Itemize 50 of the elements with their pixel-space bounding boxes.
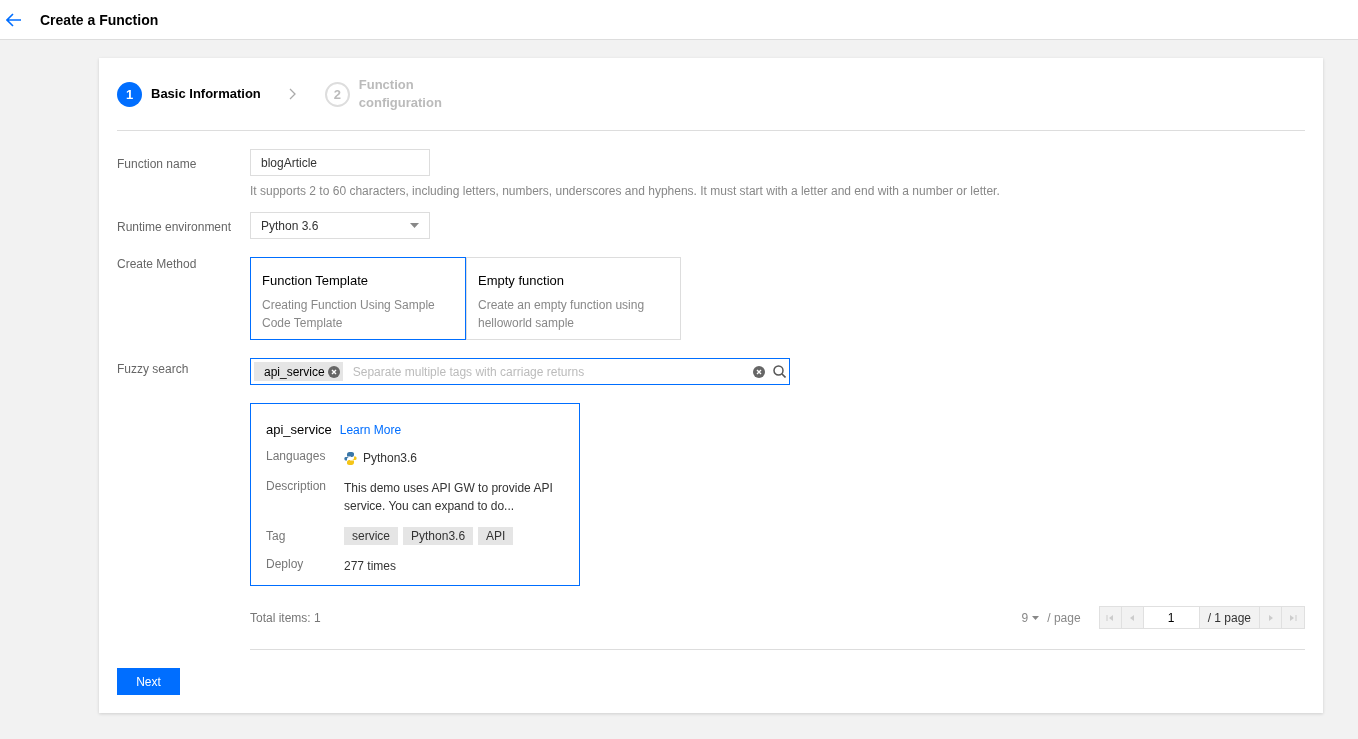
caret-icon <box>410 223 419 228</box>
option-description: Creating Function Using Sample Code Template <box>262 297 436 332</box>
per-page-label: / page <box>1047 610 1081 625</box>
triangle-left-icon <box>1128 613 1137 622</box>
field-label: Description <box>266 479 328 493</box>
description-text: This demo uses API GW to provide API service. You can expand to do... <box>344 480 554 515</box>
next-button[interactable]: Next <box>117 668 180 695</box>
clear-icon[interactable] <box>753 365 765 378</box>
template-name: api_service <box>266 422 332 437</box>
language-value: Python3.6 <box>363 450 419 467</box>
function-name-field[interactable]: blogArticle <box>250 149 430 176</box>
step-number: 1 <box>117 81 142 107</box>
option-title: Empty function <box>478 273 565 288</box>
step-label: Function configuration <box>358 76 443 112</box>
skip-forward-icon <box>1289 613 1297 622</box>
field-label: Create Method <box>117 257 198 273</box>
runtime-select[interactable]: Python 3.6 <box>250 212 430 239</box>
method-option[interactable]: Function Template Creating Function Using Sample Code Template <box>250 257 466 340</box>
chevron-icon <box>288 88 297 100</box>
search-icon[interactable] <box>773 365 786 378</box>
field-label: Fuzzy search <box>117 361 190 378</box>
tag-chip: Python3.6 <box>403 527 474 545</box>
triangle-right-icon <box>1266 613 1275 622</box>
search-tag: api_service <box>254 362 343 381</box>
field-label: Tag <box>266 529 287 543</box>
template-card[interactable]: api_service Learn More Languages Python3.6 Description This demo uses API GW to provide API service. You can expand to do... Tag service Python3.6 API Deploy 277 times <box>250 403 580 586</box>
field-label: Function name <box>117 156 198 173</box>
page-title: Create a Function <box>40 11 159 28</box>
total-items: Total items: 1 <box>250 610 322 625</box>
tag-chip: API <box>478 527 514 545</box>
step-label: Basic Information <box>151 85 261 103</box>
step-number: 2 <box>324 81 350 107</box>
field-label: Languages <box>266 449 327 463</box>
field-label: Runtime environment <box>117 219 233 236</box>
tag-chip: service <box>344 527 398 545</box>
method-option[interactable]: Empty function Create an empty function using helloworld sample <box>466 257 681 340</box>
caret-icon <box>1032 615 1040 620</box>
skip-back-icon <box>1106 613 1115 622</box>
search-field[interactable]: api_service Separate multiple tags with carriage returns <box>250 358 790 385</box>
python-icon <box>344 451 357 465</box>
hint-text: It supports 2 to 60 characters, including letters, numbers, underscores and hyphens. It must start with a letter and end with a number or letter. <box>250 184 1000 198</box>
option-description: Create an empty function using helloworld sample <box>478 297 646 332</box>
page-number-field[interactable]: 1 <box>1143 607 1200 628</box>
option-title: Function Template <box>262 273 369 288</box>
deploy-count: 277 times <box>344 558 398 575</box>
field-label: Deploy <box>266 557 305 571</box>
remove-tag-icon[interactable] <box>327 365 340 378</box>
page-size-select[interactable]: 9 <box>1021 610 1040 625</box>
back-arrow-icon[interactable] <box>6 12 22 27</box>
learn-more-link[interactable]: Learn More <box>339 423 402 437</box>
